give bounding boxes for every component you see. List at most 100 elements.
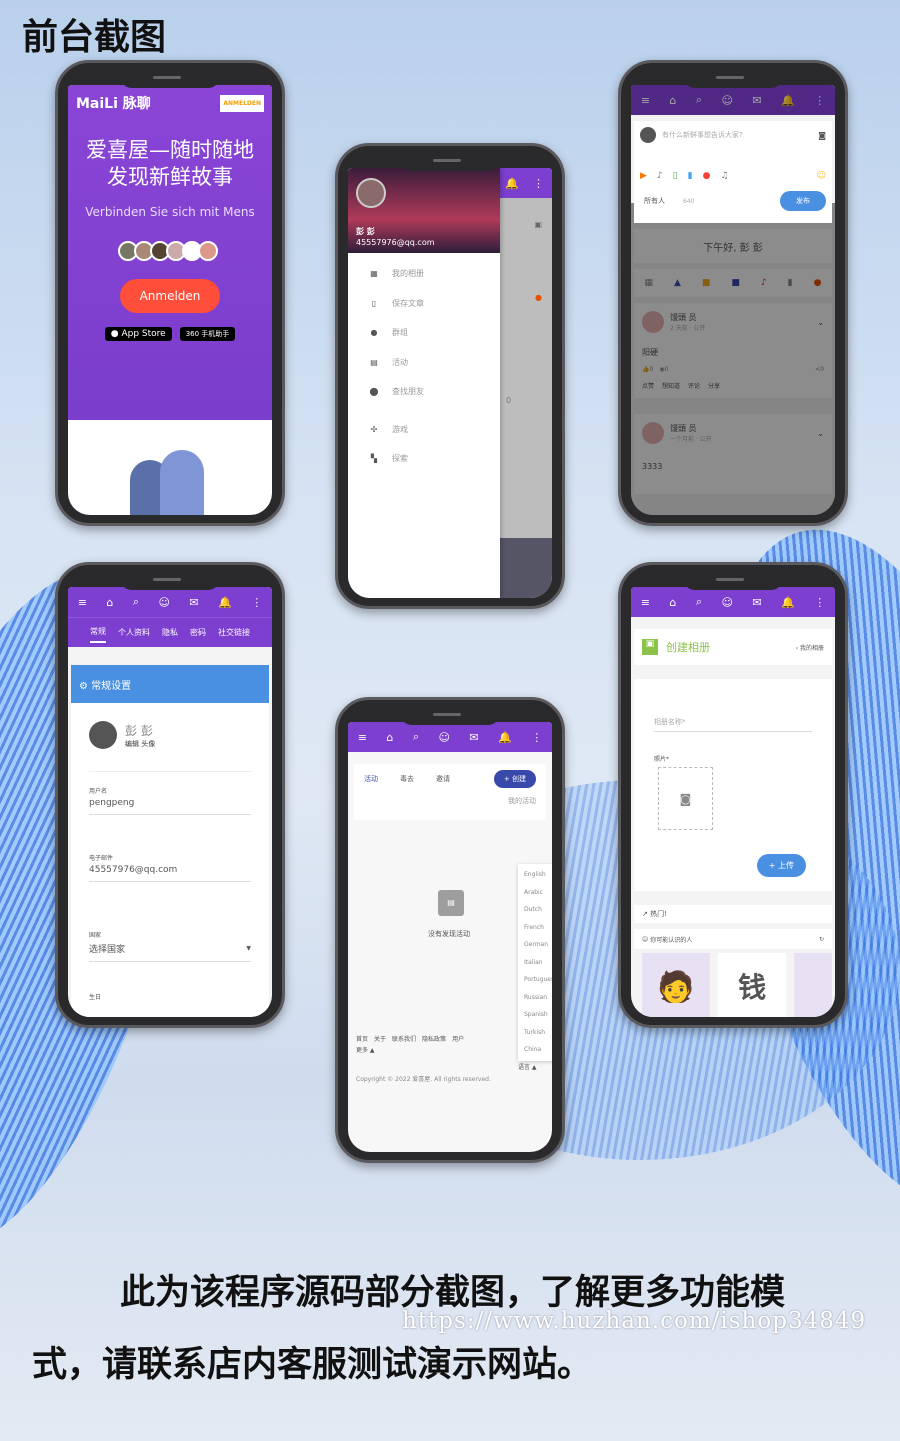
drawer-item[interactable]: ▯ 保存文章 — [348, 289, 500, 319]
copyright: Copyright © 2022 爱喜屋. All rights reserve… — [356, 1076, 491, 1083]
language-link[interactable]: 语言 ▲ — [518, 1062, 537, 1071]
avatar — [640, 127, 656, 143]
char-count: 640 — [683, 197, 695, 205]
people-icon: ☺ — [642, 935, 649, 943]
bookmark-icon: ▯ — [371, 298, 377, 308]
music-icon: ♫ — [720, 171, 729, 181]
tab-events[interactable]: 活动 — [364, 774, 378, 784]
person-card[interactable]: 🧑 — [642, 953, 711, 1017]
album-name-field[interactable]: 相册名称* — [654, 717, 812, 732]
language-option[interactable]: Spanish — [524, 1006, 552, 1024]
trending-header: ↗ 热门! — [634, 905, 832, 923]
create-event-button[interactable]: + 创建 — [493, 770, 536, 788]
page-title: 前台截图 — [22, 17, 167, 58]
album-icon: ▦ — [370, 269, 378, 279]
upload-button[interactable]: + 上传 — [756, 854, 806, 877]
gamepad-icon: ✣ — [370, 424, 378, 434]
drawer-item[interactable]: ▤ 活动 — [348, 348, 500, 378]
avatar[interactable] — [356, 178, 386, 208]
tab-invites[interactable]: 邀请 — [436, 774, 450, 784]
person-card[interactable]: 钱 — [718, 953, 787, 1017]
drawer-item[interactable]: ⬤ 查找朋友 — [348, 377, 500, 407]
phone-drawer: 🔔 ⋮ ▣ ● 0 彭 彭 45557976@qq.com ▦ 我的相册 ▯ 保存文章… — [335, 143, 565, 609]
app-store-badge[interactable]: ● App Store — [104, 327, 172, 341]
mic-icon: ♪ — [656, 171, 663, 181]
tab-social[interactable]: 社交链接 — [218, 627, 250, 638]
album-icon: ▣ — [642, 639, 658, 655]
refresh-icon[interactable]: ↻ — [819, 936, 824, 943]
language-option[interactable]: Turkish — [524, 1024, 552, 1042]
video-icon: ▶ — [640, 171, 647, 181]
tab-privacy[interactable]: 隐私 — [162, 627, 178, 638]
photo-upload-box[interactable]: ◙ — [658, 767, 713, 830]
settings-tabs: 常规 个人资料 隐私 密码 社交链接 — [68, 617, 272, 647]
location-icon: ⬤ — [369, 387, 379, 397]
phone-events: ≡ ⌂ ⌕ ☺ ✉ 🔔 ⋮ 活动 毒去 邀请 + 创建 我的活动 ▤ 没有发现活动 English… — [335, 697, 565, 1163]
drawer-item[interactable]: ▚ 探索 — [348, 444, 500, 474]
tab-general[interactable]: 常规 — [90, 622, 106, 643]
footer-link[interactable]: 用户 — [452, 1034, 464, 1043]
language-option[interactable]: English — [524, 866, 552, 884]
language-option[interactable]: Portuguese — [524, 971, 552, 989]
language-option[interactable]: Italian — [524, 954, 552, 972]
back-link[interactable]: ‹ 我的相册 — [796, 643, 824, 652]
anmelden-button[interactable]: Anmelden — [119, 279, 221, 313]
username-field[interactable]: pengpeng — [89, 795, 251, 815]
phone-feed: ≡ ⌂ ⌕ ☺ ✉ 🔔 ⋮ 有什么新鲜事想告诉大家? ◙ ▶ ♪ ▯ ▮ ● ♫ ☺ 所有人 640 发布 下… — [618, 60, 848, 526]
language-option[interactable]: Dutch — [524, 901, 552, 919]
footer-link[interactable]: 隐私政策 — [422, 1034, 446, 1043]
poll-icon: ▮ — [687, 171, 693, 181]
post-input[interactable]: 有什么新鲜事想告诉大家? — [662, 130, 743, 140]
footer-link[interactable]: 首页 — [356, 1034, 368, 1043]
language-option[interactable]: China — [524, 1041, 552, 1059]
camera-icon: ◙ — [679, 792, 692, 806]
tab-profile[interactable]: 个人资料 — [118, 627, 150, 638]
camera-icon[interactable]: ◙ — [818, 131, 826, 140]
gear-icon: ⚙ — [79, 681, 88, 692]
explore-icon: ▚ — [370, 454, 378, 464]
person-card[interactable] — [794, 953, 833, 1017]
group-icon: ● — [370, 328, 378, 338]
language-option[interactable]: German — [524, 936, 552, 954]
avatar[interactable] — [89, 721, 117, 749]
language-option[interactable]: French — [524, 919, 552, 937]
email-field[interactable]: 45557976@qq.com — [89, 862, 251, 882]
subtitle: Verbinden Sie sich mit Mens — [85, 205, 255, 219]
tab-password[interactable]: 密码 — [190, 627, 206, 638]
bell-icon[interactable]: 🔔 — [505, 177, 519, 190]
footer-link[interactable]: 联系我们 — [392, 1034, 416, 1043]
brand-logo: MaiLi 脉聊 — [76, 96, 151, 112]
phone-landing: MaiLi 脉聊 ANMELDEN 爱喜屋—随时随地 发现新鲜故事 Verbind… — [55, 60, 285, 526]
tab-past[interactable]: 毒去 — [400, 774, 414, 784]
footer-line-2: 式，请联系店内客服测试演示网站。 — [32, 1345, 593, 1385]
edit-avatar-link[interactable]: 编辑 头像 — [125, 739, 155, 749]
language-option[interactable]: Arabic — [524, 884, 552, 902]
footer-links: 首页 关于 联系我们 隐私政策 用户 — [356, 1034, 464, 1043]
more-icon[interactable]: ⋮ — [533, 177, 544, 190]
watermark: https://www.huzhan.com/ishop34849 — [402, 1308, 867, 1334]
headline: 爱喜屋—随时随地 — [86, 138, 254, 162]
phone-album: ≡ ⌂ ⌕ ☺ ✉ 🔔 ⋮ ▣ 创建相册 ‹ 我的相册 相册名称* 照片* ◙ + 上传 ↗… — [618, 562, 848, 1028]
login-top-button[interactable]: ANMELDEN — [220, 94, 264, 112]
location-icon: ● — [702, 171, 711, 181]
publish-button[interactable]: 发布 — [780, 191, 826, 211]
user-email: 45557976@qq.com — [356, 238, 435, 247]
drawer-item[interactable]: ● 群组 — [348, 318, 500, 348]
headline: 发现新鲜故事 — [107, 165, 233, 189]
store-360-badge[interactable]: 360 手机助手 — [179, 327, 236, 341]
audience-select[interactable]: 所有人 — [640, 194, 669, 208]
calendar-icon: ▤ — [370, 357, 378, 367]
drawer-item[interactable]: ✣ 游戏 — [348, 415, 500, 445]
country-select[interactable]: 选择国家 ▼ — [89, 939, 251, 962]
language-option[interactable]: Russian — [524, 989, 552, 1007]
calendar-icon: ▤ — [438, 890, 464, 916]
avatar-row — [68, 241, 272, 261]
my-events-link[interactable]: 我的活动 — [508, 796, 536, 806]
footer-link[interactable]: 关于 — [374, 1034, 386, 1043]
language-menu: English Arabic Dutch French German Italian Por… — [518, 864, 552, 1061]
apple-icon: ● — [110, 329, 119, 339]
more-link[interactable]: 更多 ▲ — [356, 1045, 375, 1054]
comment-count: 0 — [506, 396, 512, 405]
drawer-item[interactable]: ▦ 我的相册 — [348, 259, 500, 289]
phone-settings: ≡ ⌂ ⌕ ☺ ✉ 🔔 ⋮ 常规 个人资料 隐私 密码 社交链接 ⚙ 常规设置 彭 彭编辑 头像 用… — [55, 562, 285, 1028]
